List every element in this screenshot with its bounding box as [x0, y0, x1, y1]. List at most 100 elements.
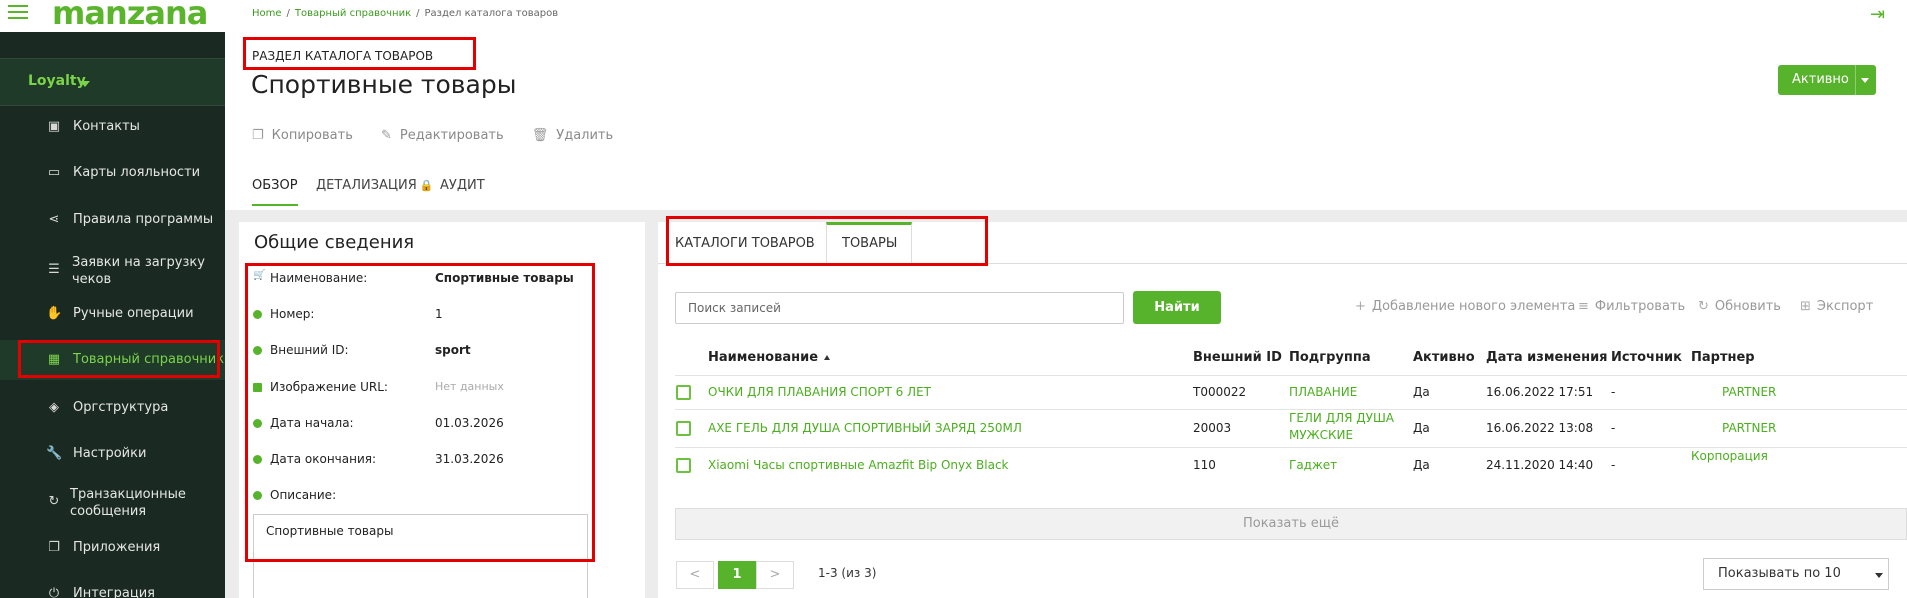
row-checkbox[interactable] — [676, 421, 691, 436]
subgroup-link[interactable]: Гаджет — [1289, 457, 1337, 474]
breadcrumb: Home / Товарный справочник / Раздел каталога… — [252, 8, 559, 19]
search-button[interactable]: Найти — [1133, 291, 1221, 324]
sidebar-item-label: Приложения — [73, 540, 161, 555]
column-header-source[interactable]: Источник — [1611, 350, 1682, 365]
pager-page-1[interactable]: 1 — [718, 561, 756, 589]
copy-button[interactable]: ❐ Копировать — [252, 128, 353, 143]
chevron-down-icon — [1861, 78, 1869, 83]
row-checkbox[interactable] — [676, 458, 691, 473]
product-name-link[interactable]: ОЧКИ ДЛЯ ПЛАВАНИЯ СПОРТ 6 ЛЕТ — [708, 384, 931, 401]
subgroup-link[interactable]: ГЕЛИ ДЛЯ ДУША МУЖСКИЕ — [1289, 410, 1409, 444]
refresh-button[interactable]: ↻ Обновить — [1698, 299, 1781, 314]
row-divider — [675, 375, 1907, 376]
column-header-external-id[interactable]: Внешний ID — [1193, 350, 1282, 365]
layers-icon: ◈ — [49, 400, 59, 415]
product-name-link[interactable]: Xiaomi Часы спортивные Amazfit Bip Onyx … — [708, 457, 1009, 474]
tab-overview[interactable]: ОБЗОР — [252, 178, 298, 193]
sidebar-item-label: Контакты — [73, 119, 140, 134]
lock-icon: 🔒 — [419, 179, 434, 192]
products-panel — [658, 222, 1907, 598]
filter-button[interactable]: ≡ Фильтровать — [1578, 299, 1685, 314]
partner-link[interactable]: Корпорация — [1691, 448, 1768, 465]
sidebar-item-contacts[interactable]: ▣ Контакты — [0, 107, 225, 147]
breadcrumb-home[interactable]: Home — [252, 8, 282, 19]
per-page-select[interactable]: Показывать по 10 — [1703, 558, 1889, 590]
sidebar-item-manual-operations[interactable]: ✋ Ручные операции — [0, 294, 225, 334]
cell-external-id: 110 — [1193, 458, 1216, 472]
sidebar-group-loyalty[interactable]: Loyalty — [0, 58, 225, 106]
page-title: Спортивные товары — [251, 70, 517, 99]
pencil-icon: ✎ — [381, 128, 392, 143]
sidebar-item-label: Интеграция — [73, 586, 155, 598]
cell-source: - — [1611, 385, 1616, 399]
sidebar-item-label: Правила программы — [73, 212, 214, 227]
copy-icon: ❐ — [252, 128, 264, 143]
logo-bar: manzana — [0, 0, 225, 32]
tab-underline — [252, 204, 298, 206]
sidebar-item-loyalty-cards[interactable]: ▭ Карты лояльности — [0, 153, 225, 193]
status-dropdown-button[interactable]: Активно — [1778, 65, 1876, 95]
cell-active: Да — [1413, 458, 1430, 472]
plus-icon: + — [1355, 299, 1366, 314]
column-header-name[interactable]: Наименование — [708, 350, 831, 365]
status-label: Активно — [1792, 72, 1849, 87]
sidebar-item-applications[interactable]: ❐ Приложения — [0, 528, 225, 568]
hamburger-menu-icon[interactable] — [8, 5, 28, 19]
copy-icon: ❐ — [48, 540, 60, 555]
share-nodes-icon: ⋖ — [48, 212, 60, 227]
pager-prev-button[interactable]: < — [676, 561, 714, 589]
delete-button[interactable]: 🗑 Удалить — [532, 128, 613, 143]
highlight-box — [245, 263, 595, 562]
sidebar-item-label: Заявки на загрузку чеков — [72, 255, 205, 287]
sidebar-item-integration[interactable]: ⏻ Интеграция — [0, 574, 225, 598]
add-element-button[interactable]: + Добавление нового элемента — [1355, 299, 1575, 314]
tab-details[interactable]: ДЕТАЛИЗАЦИЯ 🔒 — [316, 178, 434, 193]
edit-button[interactable]: ✎ Редактировать — [381, 128, 504, 143]
filter-icon: ≡ — [1578, 299, 1589, 314]
general-info-title: Общие сведения — [254, 232, 415, 253]
export-button[interactable]: ⊞ Экспорт — [1800, 299, 1873, 314]
breadcrumb-catalog[interactable]: Товарный справочник — [295, 8, 411, 19]
product-name-link[interactable]: AXE ГЕЛЬ ДЛЯ ДУША СПОРТИВНЫЙ ЗАРЯД 250МЛ — [708, 420, 1022, 437]
row-checkbox[interactable] — [676, 385, 691, 400]
column-header-subgroup[interactable]: Подгруппа — [1289, 350, 1371, 365]
logout-icon[interactable]: ⇥ — [1870, 4, 1890, 25]
cell-active: Да — [1413, 385, 1430, 399]
sidebar-item-org-structure[interactable]: ◈ Оргструктура — [0, 388, 225, 428]
credit-card-icon: ▭ — [47, 165, 61, 180]
refresh-icon: ↻ — [1698, 299, 1709, 314]
show-more-button[interactable]: Показать ещё — [675, 508, 1907, 540]
sidebar-item-transactional-messages[interactable]: ↻ Транзакционные сообщения — [0, 480, 225, 524]
subgroup-link[interactable]: ПЛАВАНИЕ — [1289, 384, 1357, 401]
tab-audit[interactable]: АУДИТ — [440, 178, 485, 193]
partner-link[interactable]: PARTNER — [1722, 420, 1776, 437]
column-header-partner[interactable]: Партнер — [1691, 350, 1755, 365]
sidebar-item-program-rules[interactable]: ⋖ Правила программы — [0, 200, 225, 240]
column-header-date[interactable]: Дата изменения — [1486, 350, 1608, 365]
breadcrumb-current: Раздел каталога товаров — [424, 8, 559, 19]
search-input[interactable] — [675, 292, 1124, 324]
cell-external-id: T000022 — [1193, 385, 1247, 399]
pager-next-button[interactable]: > — [756, 561, 794, 589]
cell-date: 16.06.2022 13:08 — [1486, 421, 1594, 435]
partner-link[interactable]: PARTNER — [1722, 384, 1776, 401]
refresh-icon: ↻ — [48, 494, 60, 509]
sidebar-item-label: Настройки — [73, 446, 147, 461]
column-header-active[interactable]: Активно — [1413, 350, 1475, 365]
cell-date: 24.11.2020 14:40 — [1486, 458, 1594, 472]
cell-source: - — [1611, 421, 1616, 435]
sidebar-item-label: Транзакционные сообщения — [70, 487, 186, 519]
pager-info: 1-3 (из 3) — [818, 566, 877, 580]
highlight-box — [243, 37, 476, 70]
trash-icon: 🗑 — [531, 128, 549, 143]
wrench-icon: 🔧 — [46, 446, 63, 461]
sidebar-group-label: Loyalty — [28, 73, 86, 89]
sidebar-item-receipt-requests[interactable]: ☰ Заявки на загрузку чеков — [0, 248, 225, 292]
cell-external-id: 20003 — [1193, 421, 1232, 435]
sidebar-item-settings[interactable]: 🔧 Настройки — [0, 434, 225, 474]
sidebar-item-label: Оргструктура — [73, 400, 169, 415]
highlight-box — [666, 216, 988, 266]
export-icon: ⊞ — [1800, 299, 1811, 314]
sort-up-icon — [824, 355, 831, 360]
document-list-icon: ☰ — [48, 262, 60, 277]
